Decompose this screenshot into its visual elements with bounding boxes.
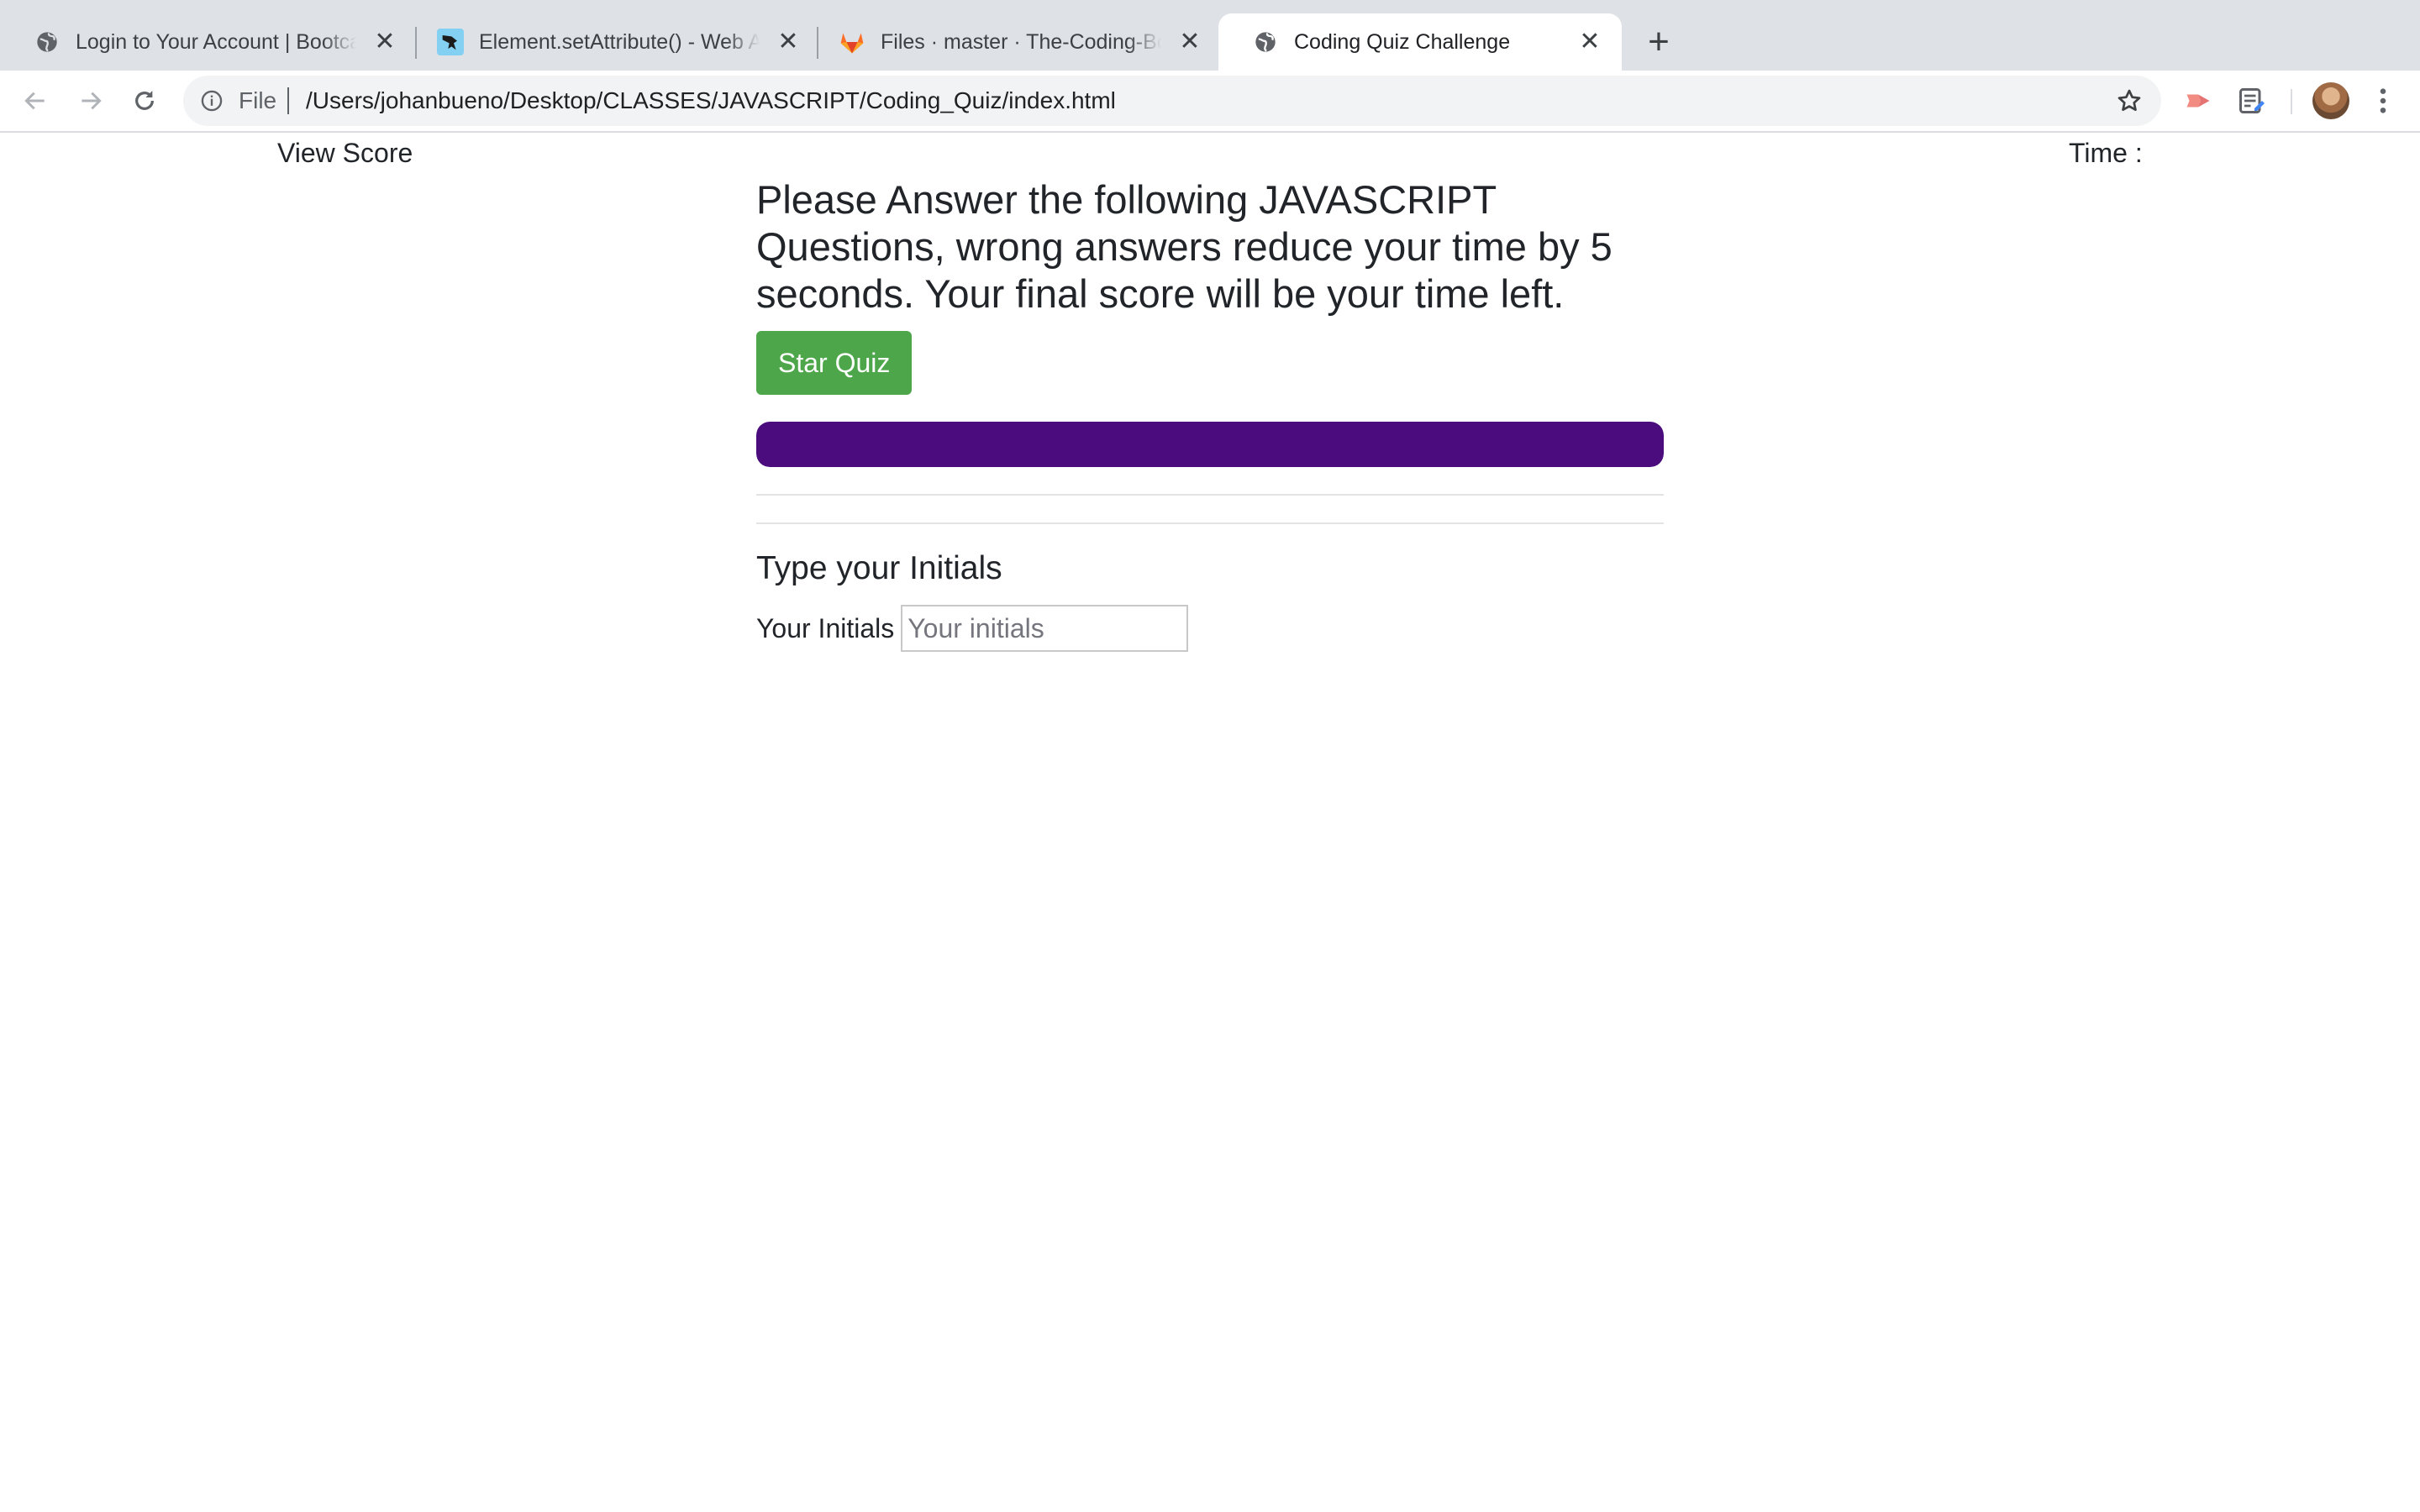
progress-bar	[756, 422, 1664, 467]
back-button[interactable]	[17, 82, 54, 119]
address-url[interactable]: /Users/johanbueno/Desktop/CLASSES/JAVASC…	[306, 87, 1116, 114]
forward-button[interactable]	[72, 82, 109, 119]
arrow-right-icon	[82, 92, 102, 110]
intro-heading: Please Answer the following JAVASCRIPT Q…	[756, 177, 1612, 316]
quiz-container: Please Answer the following JAVASCRIPT Q…	[756, 176, 1664, 652]
gitlab-icon	[839, 29, 865, 55]
close-icon[interactable]: ✕	[1578, 29, 1602, 55]
browser-toolbar: File /Users/johanbueno/Desktop/CLASSES/J…	[0, 71, 2420, 133]
progress-bar-fill	[756, 422, 1664, 467]
tab-title: Files · master · The-Coding-Bootcamp	[881, 29, 1161, 54]
star-icon[interactable]	[2114, 86, 2144, 116]
tab-title: Element.setAttribute() - Web APIs | MDN	[479, 29, 760, 54]
arrow-left-icon	[24, 92, 45, 110]
toolbar-separator	[2291, 89, 2292, 114]
tab-title: Coding Quiz Challenge	[1294, 29, 1511, 54]
tab-gitlab-files[interactable]: Files · master · The-Coding-Bootcamp ✕	[805, 13, 1222, 71]
reload-button[interactable]	[126, 82, 163, 119]
view-score-link[interactable]: View Score	[277, 138, 413, 169]
more-menu-icon[interactable]	[2366, 82, 2400, 119]
globe-icon	[34, 29, 60, 55]
initials-form-row: Your Initials	[756, 605, 1664, 652]
screencast-extension-icon[interactable]	[2181, 84, 2215, 118]
globe-icon	[1252, 29, 1279, 55]
close-icon[interactable]: ✕	[373, 29, 397, 55]
initials-input[interactable]	[901, 605, 1189, 652]
divider	[756, 494, 1664, 496]
notes-extension-icon[interactable]	[2235, 84, 2269, 118]
tab-title: Login to Your Account | Bootcamp Spot	[76, 29, 356, 54]
tab-mdn-setattribute[interactable]: Element.setAttribute() - Web APIs | MDN …	[403, 13, 820, 71]
tab-bootcamp-login[interactable]: Login to Your Account | Bootcamp Spot ✕	[0, 13, 417, 71]
address-scheme: File	[239, 87, 277, 113]
close-icon[interactable]: ✕	[1178, 29, 1202, 55]
tab-coding-quiz[interactable]: Coding Quiz Challenge ✕	[1218, 13, 1622, 71]
new-tab-button[interactable]: +	[1640, 24, 1677, 60]
mdn-dino-icon	[437, 29, 464, 55]
address-bar[interactable]: File /Users/johanbueno/Desktop/CLASSES/J…	[183, 76, 2161, 126]
divider	[756, 522, 1664, 524]
reload-icon	[135, 91, 154, 110]
start-quiz-button[interactable]: Star Quiz	[756, 331, 913, 395]
initials-heading: Type your Initials	[756, 550, 1002, 586]
address-divider	[287, 87, 289, 114]
info-icon[interactable]	[198, 87, 225, 114]
close-icon[interactable]: ✕	[776, 29, 800, 55]
timer-label: Time :	[2069, 138, 2143, 168]
tab-strip: Login to Your Account | Bootcamp Spot ✕ …	[0, 0, 2420, 71]
profile-avatar[interactable]	[2312, 82, 2349, 119]
page-content: View Score Time : Please Answer the foll…	[0, 133, 2420, 1512]
initials-label: Your Initials	[756, 612, 895, 643]
